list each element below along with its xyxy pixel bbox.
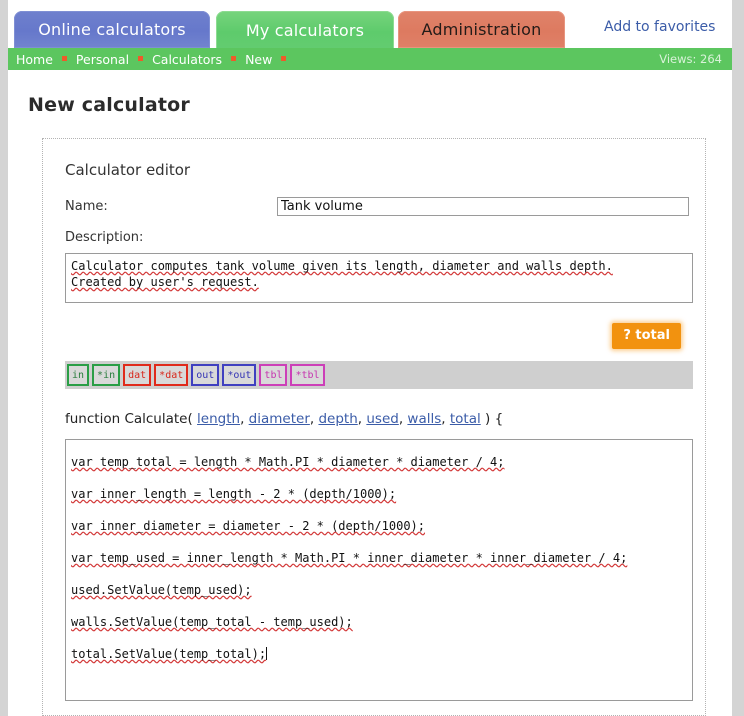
- function-param-depth[interactable]: depth: [318, 411, 357, 427]
- function-signature: function Calculate( length, diameter, de…: [65, 411, 504, 427]
- add-to-favorites-link[interactable]: Add to favorites: [604, 19, 715, 35]
- code-line-1: var temp_total = length * Math.PI * diam…: [71, 455, 505, 469]
- name-input[interactable]: [277, 197, 689, 216]
- function-param-walls[interactable]: walls: [407, 411, 441, 427]
- name-field-row: Name:: [65, 197, 689, 216]
- function-signature-suffix: ) {: [480, 411, 504, 427]
- views-counter: Views: 264: [659, 52, 722, 66]
- code-line-2: var inner_length = length - 2 * (depth/1…: [71, 487, 397, 501]
- page-title: New calculator: [28, 94, 190, 116]
- variable-type-toolbar: in *in dat *dat out *out tbl *tbl: [65, 361, 693, 389]
- var-button-in[interactable]: in: [67, 364, 90, 386]
- total-button-row: ? total: [59, 317, 689, 357]
- page-sheet: Online calculators My calculators Admini…: [8, 0, 732, 716]
- var-button-dat[interactable]: dat: [123, 364, 152, 386]
- editor-section-title: Calculator editor: [65, 161, 191, 179]
- tab-my-calculators-label: My calculators: [245, 20, 365, 40]
- total-variable-button[interactable]: ? total: [612, 323, 681, 349]
- var-button-out-star[interactable]: *out: [222, 364, 257, 386]
- tab-online-calculators[interactable]: Online calculators: [14, 11, 210, 48]
- description-label: Description:: [65, 230, 144, 245]
- code-line-6: walls.SetValue(temp_total - temp_used);: [71, 615, 353, 629]
- calculator-editor-panel: Calculator editor Name: Description: Cal…: [42, 138, 706, 716]
- function-param-used[interactable]: used: [366, 411, 398, 427]
- breadcrumb-separator-icon: [138, 56, 144, 61]
- description-line-1: Calculator computes tank volume given it…: [71, 259, 613, 273]
- tab-administration[interactable]: Administration: [398, 11, 565, 48]
- function-signature-prefix: function Calculate(: [65, 411, 198, 427]
- app-window: Online calculators My calculators Admini…: [0, 0, 744, 716]
- function-param-total[interactable]: total: [450, 411, 481, 427]
- code-editor[interactable]: var temp_total = length * Math.PI * diam…: [65, 439, 693, 701]
- function-param-length[interactable]: length: [197, 411, 240, 427]
- tab-my-calculators[interactable]: My calculators: [216, 11, 394, 49]
- page-content: New calculator Calculator editor Name: D…: [8, 94, 732, 716]
- code-line-3: var inner_diameter = diameter - 2 * (dep…: [71, 519, 426, 533]
- breadcrumb-separator-icon: [281, 56, 287, 61]
- function-param-diameter[interactable]: diameter: [249, 411, 310, 427]
- var-button-tbl-star[interactable]: *tbl: [290, 364, 325, 386]
- description-textarea[interactable]: Calculator computes tank volume given it…: [65, 253, 693, 303]
- code-line-4: var temp_used = inner_length * Math.PI *…: [71, 551, 628, 565]
- breadcrumb-item-personal[interactable]: Personal: [76, 52, 129, 67]
- description-line-2: Created by user's request.: [71, 275, 259, 289]
- main-tab-bar: Online calculators My calculators Admini…: [8, 0, 732, 49]
- tab-online-calculators-label: Online calculators: [38, 20, 186, 39]
- breadcrumb-item-calculators[interactable]: Calculators: [152, 52, 222, 67]
- breadcrumb-item-new[interactable]: New: [245, 52, 272, 67]
- code-line-5: used.SetValue(temp_used);: [71, 583, 252, 597]
- breadcrumb: Home Personal Calculators New Views: 264: [8, 48, 732, 70]
- tab-administration-label: Administration: [421, 20, 542, 39]
- var-button-in-star[interactable]: *in: [92, 364, 121, 386]
- code-line-7: total.SetValue(temp_total);: [71, 647, 267, 661]
- var-button-tbl[interactable]: tbl: [259, 364, 288, 386]
- name-label: Name:: [65, 199, 108, 214]
- var-button-dat-star[interactable]: *dat: [154, 364, 189, 386]
- var-button-out[interactable]: out: [191, 364, 220, 386]
- breadcrumb-separator-icon: [61, 56, 67, 61]
- breadcrumb-item-home[interactable]: Home: [16, 52, 53, 67]
- breadcrumb-separator-icon: [231, 56, 237, 61]
- text-caret: [266, 647, 268, 660]
